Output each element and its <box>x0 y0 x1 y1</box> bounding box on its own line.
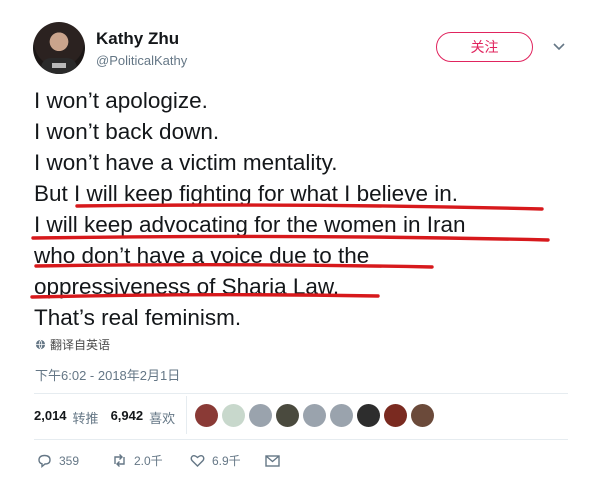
dm-action[interactable] <box>264 452 281 469</box>
reply-icon <box>38 454 51 468</box>
retweet-action[interactable]: 2.0千 <box>111 452 163 469</box>
reply-action[interactable]: 359 <box>36 452 79 469</box>
tweet-line: I won’t have a victim mentality. <box>34 150 338 175</box>
retweets-label[interactable]: 转推 <box>73 408 99 427</box>
like-count: 6.9千 <box>212 454 241 468</box>
stats-separator <box>186 396 187 434</box>
likes-label[interactable]: 喜欢 <box>149 408 175 427</box>
translate-link[interactable]: 翻译自英语 <box>35 336 110 353</box>
tweet-timestamp[interactable]: 下午6:02 - 2018年2月1日 <box>35 365 180 384</box>
liker-avatar[interactable] <box>276 404 299 427</box>
tweet-line: But I will keep fighting for what I beli… <box>34 181 458 206</box>
reply-count: 359 <box>59 453 80 468</box>
liker-avatar[interactable] <box>357 404 380 427</box>
tweet-text: I won’t apologize. I won’t back down. I … <box>34 85 574 333</box>
tweet-line: I will keep advocating for the women in … <box>34 212 466 237</box>
retweet-count: 2.0千 <box>134 454 163 468</box>
divider-top <box>34 393 568 394</box>
heart-icon <box>190 455 205 467</box>
tweet-line: who don’t have a voice due to the <box>34 243 370 268</box>
tweet-line: oppressiveness of Sharia Law. <box>34 274 340 299</box>
tweet-line: I won’t back down. <box>34 119 220 144</box>
engagement-stats: 2,014 转推 6,942 喜欢 <box>34 408 181 427</box>
retweet-icon <box>114 454 125 467</box>
tweet-line: That’s real feminism. <box>34 305 242 330</box>
avatar-shirt-print <box>52 63 66 68</box>
liker-avatar[interactable] <box>303 404 326 427</box>
likes-count[interactable]: 6,942 <box>111 408 144 427</box>
author-handle[interactable]: @PoliticalKathy <box>96 53 187 68</box>
divider-bottom <box>34 439 568 440</box>
like-action[interactable]: 6.9千 <box>189 452 241 469</box>
liker-avatar[interactable] <box>411 404 434 427</box>
author-name[interactable]: Kathy Zhu <box>96 29 179 49</box>
liker-avatar[interactable] <box>222 404 245 427</box>
envelope-icon <box>265 455 280 467</box>
translate-label: 翻译自英语 <box>50 338 111 352</box>
globe-icon <box>35 339 46 350</box>
liker-avatar[interactable] <box>195 404 218 427</box>
follow-button[interactable]: 关注 <box>436 32 533 62</box>
author-avatar[interactable] <box>33 22 85 74</box>
retweets-count[interactable]: 2,014 <box>34 408 67 427</box>
tweet-line: I won’t apologize. <box>34 88 208 113</box>
liker-avatar[interactable] <box>249 404 272 427</box>
liker-avatar[interactable] <box>330 404 353 427</box>
liker-avatar[interactable] <box>384 404 407 427</box>
liker-avatars <box>195 404 434 427</box>
chevron-down-icon[interactable] <box>552 39 566 53</box>
